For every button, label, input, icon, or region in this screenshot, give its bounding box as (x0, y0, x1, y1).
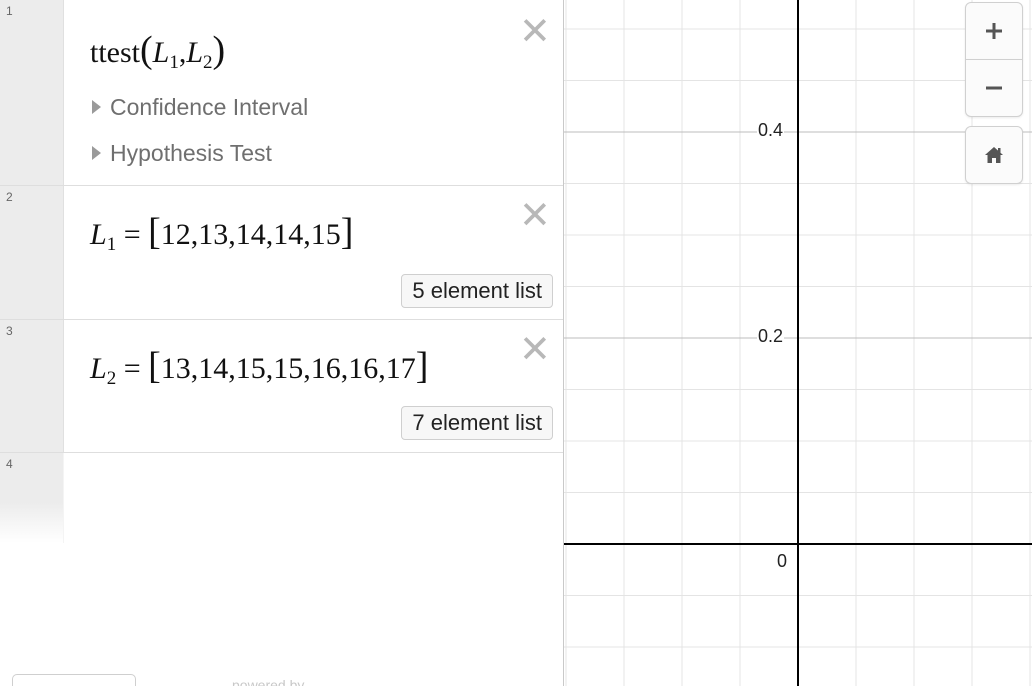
delete-expression-icon[interactable]: ✕ (519, 196, 551, 234)
variable-name: L (90, 218, 107, 251)
variable-subscript: 2 (106, 368, 117, 389)
expression-row-3[interactable]: 3 L2 = [13,14,15,15,16,16,17] ✕ 7 elemen… (0, 320, 563, 453)
y-tick-label: 0.2 (757, 326, 785, 346)
element-count-badge: 5 element list (401, 274, 553, 308)
y-tick-label: 0 (776, 551, 789, 571)
variable-subscript: 1 (106, 234, 117, 255)
delete-expression-icon[interactable]: ✕ (519, 330, 551, 368)
folder-label: Confidence Interval (110, 94, 309, 120)
argument-2-subscript: 2 (203, 52, 213, 73)
list-expression[interactable]: L1 = [12,13,14,14,15] (90, 210, 353, 254)
expression-number: 2 (6, 190, 13, 204)
expression-number: 4 (6, 457, 13, 471)
minus-icon (986, 86, 1002, 90)
expression-row-1[interactable]: 1 ttest(L1,L2) ✕ Confidence Interval Hyp… (0, 0, 563, 186)
zoom-in-button[interactable] (965, 2, 1023, 60)
y-tick-label: 0.4 (757, 120, 785, 140)
function-name: ttest (90, 36, 140, 69)
list-expression[interactable]: L2 = [13,14,15,15,16,16,17] (90, 344, 428, 388)
expression-row-4[interactable]: 4 (0, 453, 563, 543)
confidence-interval-folder[interactable]: Confidence Interval (92, 94, 308, 121)
expand-triangle-icon (92, 100, 101, 114)
list-values: 12,13,14,14,15 (160, 218, 341, 251)
expression-gutter[interactable]: 2 (0, 186, 64, 319)
powered-by-label: powered by (232, 677, 305, 686)
grid-svg (564, 0, 1032, 686)
delete-expression-icon[interactable]: ✕ (519, 12, 551, 50)
expression-gutter[interactable]: 1 (0, 0, 64, 185)
default-viewport-button[interactable] (965, 126, 1023, 184)
graph-paper[interactable]: 0.4 0.2 0 (564, 0, 1032, 686)
folder-label: Hypothesis Test (110, 140, 272, 166)
hypothesis-test-folder[interactable]: Hypothesis Test (92, 140, 272, 167)
expression-number: 1 (6, 4, 13, 18)
expression-gutter[interactable]: 3 (0, 320, 64, 452)
expression-number: 3 (6, 324, 13, 338)
ttest-expression[interactable]: ttest(L1,L2) (90, 28, 225, 72)
footer-button[interactable] (12, 674, 136, 686)
argument-1: L (152, 36, 170, 69)
expand-triangle-icon (92, 146, 101, 160)
argument-2: L (186, 36, 204, 69)
variable-name: L (90, 352, 107, 385)
expression-gutter[interactable]: 4 (0, 453, 64, 543)
element-count-badge: 7 element list (401, 406, 553, 440)
home-icon (985, 147, 1003, 163)
argument-1-subscript: 1 (169, 52, 179, 73)
expression-row-2[interactable]: 2 L1 = [12,13,14,14,15] ✕ 5 element list (0, 186, 563, 320)
expression-list: 1 ttest(L1,L2) ✕ Confidence Interval Hyp… (0, 0, 564, 686)
plus-icon (986, 23, 1002, 39)
zoom-out-button[interactable] (965, 59, 1023, 117)
list-values: 13,14,15,15,16,16,17 (160, 352, 416, 385)
